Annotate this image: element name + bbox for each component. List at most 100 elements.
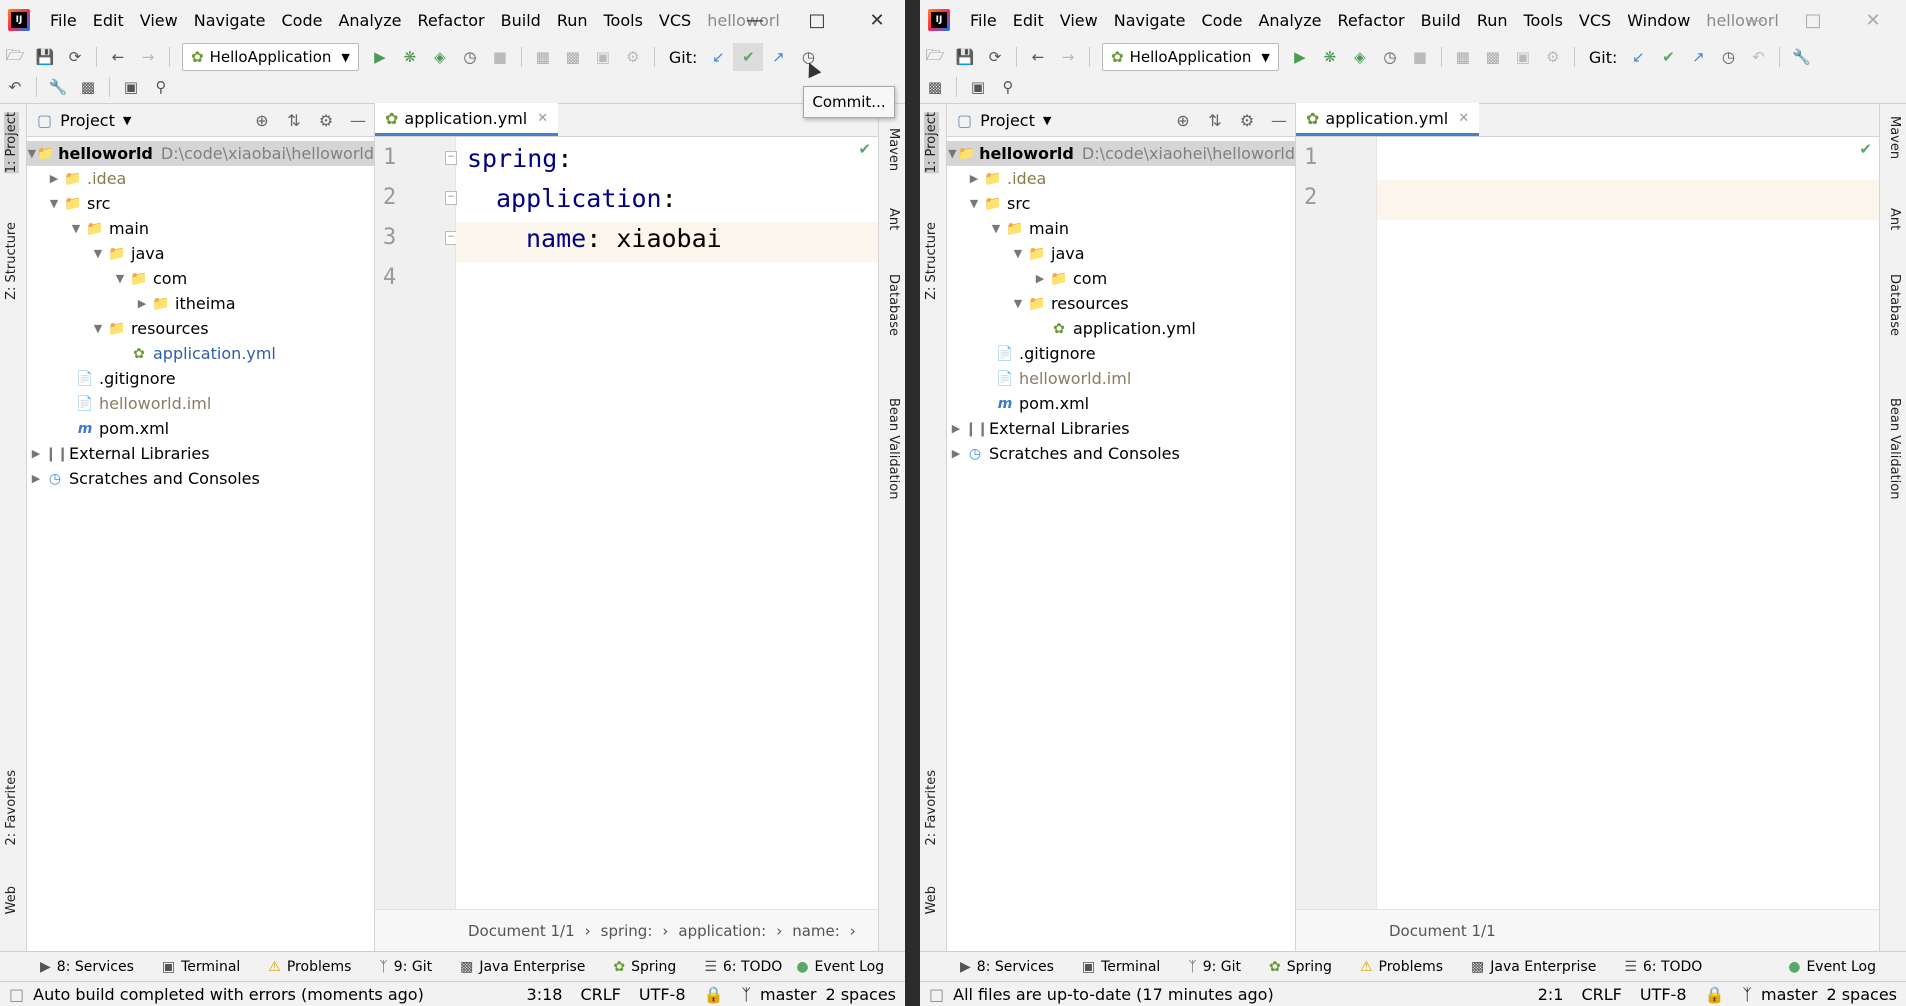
locate-icon[interactable]: ⊕ [1167,111,1199,130]
lock-icon[interactable]: 🔒 [704,985,724,1004]
save-all-icon[interactable]: 💾 [30,43,60,71]
menu-refactor[interactable]: Refactor [410,11,493,30]
menu-run[interactable]: Run [549,11,596,30]
status-message[interactable]: All files are up-to-date (17 minutes ago… [953,985,1274,1004]
sync-icon[interactable]: ⟳ [60,43,90,71]
tree-node-scratches[interactable]: ▶ ◷ Scratches and Consoles [27,466,374,491]
tab-maven[interactable]: Maven [1887,116,1902,159]
menu-edit[interactable]: Edit [85,11,132,30]
tab-favorites[interactable]: 2: Favorites [4,770,19,846]
tree-node-main[interactable]: ▼ 📁 main [27,216,374,241]
menu-vcs[interactable]: VCS [651,11,699,30]
commit-tooltip[interactable]: Commit... [803,86,895,118]
editor-tab-application-yml[interactable]: ✿ application.yml ✕ [375,103,559,136]
menu-vcs[interactable]: VCS [1571,11,1619,30]
stop-icon[interactable]: ■ [1405,43,1435,71]
tool-todo[interactable]: ☰ 6: TODO [1624,959,1702,975]
tool-services[interactable]: ▶ 8: Services [40,959,134,975]
tab-database[interactable]: Database [1887,274,1902,336]
minimize-button[interactable]: — [730,0,780,40]
coverage-icon[interactable]: ◈ [1345,43,1375,71]
tree-node-itheima[interactable]: ▶ 📁 itheima [27,291,374,316]
tab-database[interactable]: Database [886,274,901,336]
rollback-icon[interactable]: ↶ [1743,43,1773,71]
tree-node-helloworld[interactable]: ▼ 📁 helloworld D:\code\xiaohei\helloworl… [947,141,1295,166]
chevron-down-icon[interactable]: ▼ [947,147,958,160]
tool-event-log[interactable]: ● Event Log [796,959,884,975]
tab-structure[interactable]: Z: Structure [924,222,939,300]
undo-icon[interactable]: ↶ [0,73,30,101]
tree-node-gitignore[interactable]: 📄 .gitignore [27,366,374,391]
tree-node-external-libraries[interactable]: ▶ ❙❙ External Libraries [947,416,1295,441]
git-history-icon[interactable]: ◷ [1713,43,1743,71]
terminal-window-icon[interactable]: ▣ [116,73,146,101]
locate-icon[interactable]: ⊕ [246,111,278,130]
menu-refactor[interactable]: Refactor [1330,11,1413,30]
tree-node-helloworld-iml[interactable]: 📄 helloworld.iml [27,391,374,416]
breadcrumb-application[interactable]: application: [678,922,766,940]
close-window-button[interactable]: ✕ [1848,0,1898,40]
open-folder-icon[interactable]: 🗁 [920,43,950,71]
build-project-icon[interactable]: ▦ [528,43,558,71]
breadcrumb-document[interactable]: Document 1/1 [468,922,575,940]
minimize-button[interactable]: — [1730,0,1780,40]
chevron-down-icon[interactable]: ▼ [89,322,107,335]
tree-node-scratches[interactable]: ▶ ◷ Scratches and Consoles [947,441,1295,466]
git-push-icon[interactable]: ↗ [1683,43,1713,71]
coverage-icon[interactable]: ◈ [425,43,455,71]
back-arrow-icon[interactable]: ← [1023,43,1053,71]
breadcrumb-document[interactable]: Document 1/1 [1389,922,1496,940]
git-commit-icon[interactable]: ✔ [1653,43,1683,71]
tree-node-idea[interactable]: ▶ 📁 .idea [27,166,374,191]
menu-tools[interactable]: Tools [1516,11,1571,30]
menu-edit[interactable]: Edit [1005,11,1052,30]
project-view-select[interactable]: ▢ Project ▼ [957,111,1051,130]
close-window-button[interactable]: ✕ [852,0,902,40]
tree-node-helloworld-iml[interactable]: 📄 helloworld.iml [947,366,1295,391]
chevron-right-icon[interactable]: ▶ [947,447,965,460]
file-encoding[interactable]: UTF-8 [639,985,686,1004]
tree-node-java[interactable]: ▼ 📁 java [947,241,1295,266]
git-push-icon[interactable]: ↗ [763,43,793,71]
editor-area[interactable]: ✿ application.yml ✕ ✔ 1 2 3 4 − − − spri… [375,103,879,952]
gear-icon[interactable]: ⚙ [1231,111,1263,130]
profile-icon[interactable]: ◷ [455,43,485,71]
git-branch[interactable]: master [1761,985,1817,1004]
editor-area[interactable]: ✿ application.yml ✕ ✔ 1 2 Document 1/1 [1296,103,1880,952]
chevron-right-icon[interactable]: ▶ [133,297,151,310]
run-config-select[interactable]: ✿ HelloApplication ▼ [182,43,359,71]
tool-problems[interactable]: ⚠ Problems [268,959,351,975]
caret-position[interactable]: 3:18 [527,985,563,1004]
project-structure-icon[interactable]: ▩ [1478,43,1508,71]
collapse-all-icon[interactable]: ⇅ [1199,111,1231,130]
tab-web[interactable]: Web [924,886,939,914]
tree-node-java[interactable]: ▼ 📁 java [27,241,374,266]
menu-navigate[interactable]: Navigate [186,11,274,30]
menu-navigate[interactable]: Navigate [1106,11,1194,30]
hide-panel-icon[interactable]: — [342,111,374,130]
project-structure-icon[interactable]: ▩ [73,73,103,101]
editor-tab-application-yml[interactable]: ✿ application.yml ✕ [1296,103,1480,136]
tool-java-enterprise[interactable]: ▩ Java Enterprise [460,959,585,975]
git-update-icon[interactable]: ↙ [703,43,733,71]
tab-project[interactable]: 1: Project [924,112,939,174]
git-commit-icon[interactable]: ✔ [733,43,764,71]
sdk-icon[interactable]: ▣ [588,43,618,71]
menu-build[interactable]: Build [493,11,549,30]
menu-tools[interactable]: Tools [596,11,651,30]
collapse-all-icon[interactable]: ⇅ [278,111,310,130]
tree-node-com[interactable]: ▶ 📁 com [947,266,1295,291]
status-toggle-icon[interactable]: □ [9,985,24,1004]
chevron-down-icon[interactable]: ▼ [1009,297,1027,310]
project-structure-icon[interactable]: ▩ [920,73,950,101]
menu-view[interactable]: View [132,11,186,30]
tab-web[interactable]: Web [4,886,19,914]
chevron-right-icon[interactable]: ▶ [27,447,45,460]
tool-spring[interactable]: ✿ Spring [613,959,676,975]
tree-node-main[interactable]: ▼ 📁 main [947,216,1295,241]
profile-icon[interactable]: ◷ [1375,43,1405,71]
status-toggle-icon[interactable]: □ [929,985,944,1004]
tool-spring[interactable]: ✿ Spring [1269,959,1332,975]
plugins-icon[interactable]: ⚙ [618,43,648,71]
chevron-down-icon[interactable]: ▼ [987,222,1005,235]
